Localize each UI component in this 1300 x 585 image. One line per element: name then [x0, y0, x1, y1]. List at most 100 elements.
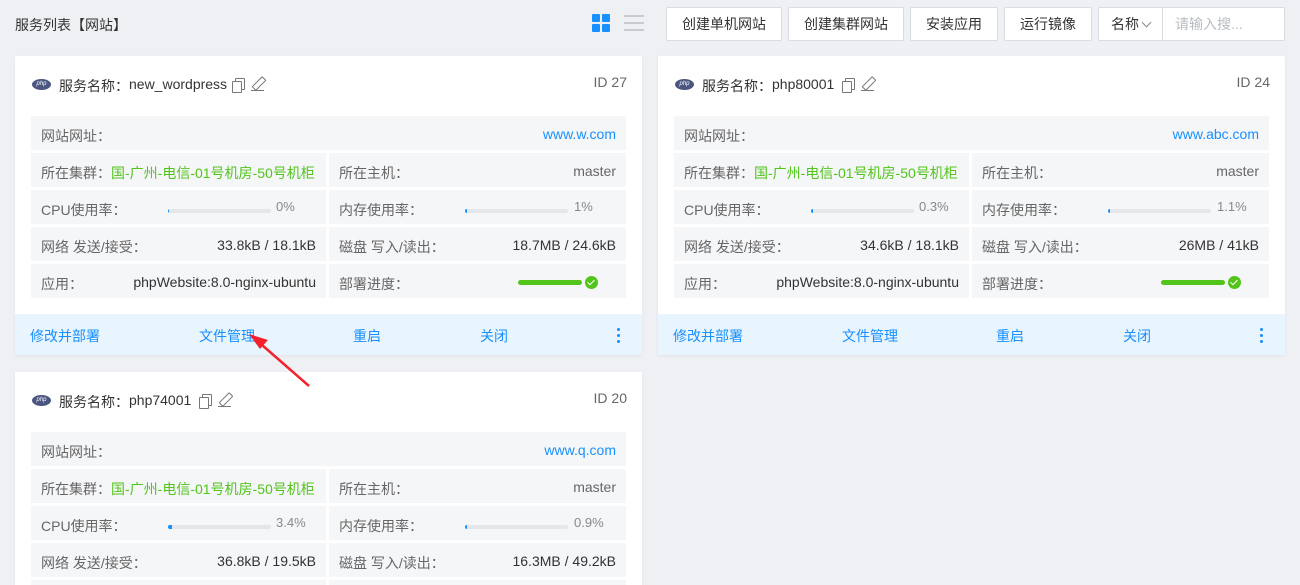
card-actions: 修改并部署 文件管理 重启 关闭 — [658, 314, 1285, 355]
network-label: 网络 发送/接受： — [684, 239, 790, 255]
cpu-value: 0% — [276, 199, 295, 214]
check-circle-icon — [1228, 276, 1241, 289]
more-vertical-icon[interactable] — [617, 328, 620, 343]
edit-icon[interactable] — [218, 393, 232, 407]
url-label: 网站网址： — [684, 128, 754, 144]
url-label: 网站网址： — [41, 444, 111, 460]
cluster-label: 所在集群： — [41, 481, 111, 497]
grid-view-icon[interactable] — [592, 14, 611, 33]
service-name: php74001 — [129, 392, 192, 408]
host-value: master — [1216, 163, 1259, 179]
service-card: php 服务名称： php74001 ID 20 网站网址： www.q.com… — [15, 372, 642, 585]
app-row — [31, 580, 626, 585]
memory-label: 内存使用率： — [339, 518, 423, 534]
search-box: 名称 — [1098, 7, 1285, 41]
php-icon: php — [32, 395, 51, 406]
location-row: 所在集群： 国-广州-电信-01号机房-50号机柜 所在主机： master — [674, 153, 1269, 187]
io-row: 网络 发送/接受： 33.8kB / 18.1kB 磁盘 写入/读出： 18.7… — [31, 227, 626, 261]
memory-value: 1% — [574, 199, 593, 214]
host-value: master — [573, 163, 616, 179]
deploy-label: 部署进度： — [339, 276, 409, 292]
close-button[interactable]: 关闭 — [480, 326, 508, 346]
usage-row: CPU使用率： 0.3% 内存使用率： 1.1% — [674, 190, 1269, 224]
location-row: 所在集群： 国-广州-电信-01号机房-50号机柜 所在主机： master — [31, 153, 626, 187]
cpu-label: CPU使用率： — [684, 202, 770, 218]
network-value: 33.8kB / 18.1kB — [217, 237, 316, 253]
usage-row: CPU使用率： 0% 内存使用率： 1% — [31, 190, 626, 224]
card-actions: 修改并部署 文件管理 重启 关闭 — [15, 314, 642, 355]
app-value: phpWebsite:8.0-nginx-ubuntu — [776, 274, 959, 290]
search-field-select[interactable]: 名称 — [1099, 8, 1163, 40]
search-input[interactable] — [1165, 8, 1283, 40]
copy-icon[interactable] — [842, 78, 855, 93]
website-url-link[interactable]: www.abc.com — [1173, 126, 1259, 142]
website-url-link[interactable]: www.q.com — [544, 442, 616, 458]
close-button[interactable]: 关闭 — [1123, 326, 1151, 346]
chevron-down-icon — [1141, 17, 1152, 27]
top-bar: 服务列表【网站】 创建单机网站 创建集群网站 安装应用 运行镜像 名称 — [0, 0, 1300, 48]
more-vertical-icon[interactable] — [1260, 328, 1263, 343]
restart-button[interactable]: 重启 — [353, 326, 381, 346]
service-name-label: 服务名称： — [702, 78, 772, 94]
search-field-label: 名称 — [1111, 16, 1139, 32]
cpu-label: CPU使用率： — [41, 518, 127, 534]
memory-value: 1.1% — [1217, 199, 1247, 214]
php-icon: php — [675, 79, 694, 90]
install-app-button[interactable]: 安装应用 — [910, 7, 998, 41]
create-single-site-button[interactable]: 创建单机网站 — [666, 7, 782, 41]
host-value: master — [573, 479, 616, 495]
app-label: 应用： — [41, 276, 83, 292]
edit-deploy-button[interactable]: 修改并部署 — [30, 326, 100, 346]
service-name-label: 服务名称： — [59, 394, 129, 410]
service-id: ID 20 — [593, 390, 627, 406]
restart-button[interactable]: 重启 — [996, 326, 1024, 346]
service-id: ID 27 — [593, 74, 627, 90]
cluster-value: 国-广州-电信-01号机房-50号机柜 — [754, 165, 958, 181]
cpu-value: 3.4% — [276, 515, 306, 530]
run-image-button[interactable]: 运行镜像 — [1004, 7, 1092, 41]
disk-value: 18.7MB / 24.6kB — [512, 237, 616, 253]
io-row: 网络 发送/接受： 36.8kB / 19.5kB 磁盘 写入/读出： 16.3… — [31, 543, 626, 577]
list-view-icon[interactable] — [624, 14, 644, 33]
service-id: ID 24 — [1236, 74, 1270, 90]
website-url-link[interactable]: www.w.com — [543, 126, 616, 142]
host-label: 所在主机： — [339, 165, 409, 181]
deploy-progress-bar — [518, 280, 582, 285]
memory-progress-bar — [465, 525, 568, 529]
deploy-progress-bar — [1161, 280, 1225, 285]
disk-label: 磁盘 写入/读出： — [339, 239, 445, 255]
disk-label: 磁盘 写入/读出： — [339, 555, 445, 571]
memory-progress-bar — [465, 209, 568, 213]
memory-label: 内存使用率： — [982, 202, 1066, 218]
edit-icon[interactable] — [861, 77, 875, 91]
io-row: 网络 发送/接受： 34.6kB / 18.1kB 磁盘 写入/读出： 26MB… — [674, 227, 1269, 261]
copy-icon[interactable] — [232, 78, 245, 93]
app-row: 应用： phpWebsite:8.0-nginx-ubuntu 部署进度： — [31, 264, 626, 298]
create-cluster-site-button[interactable]: 创建集群网站 — [788, 7, 904, 41]
location-row: 所在集群： 国-广州-电信-01号机房-50号机柜 所在主机： master — [31, 469, 626, 503]
disk-label: 磁盘 写入/读出： — [982, 239, 1088, 255]
cluster-label: 所在集群： — [684, 165, 754, 181]
card-header: php 服务名称： php80001 ID 24 — [658, 56, 1285, 114]
service-name: php80001 — [772, 76, 835, 92]
cpu-progress-bar — [168, 209, 271, 213]
cpu-value: 0.3% — [919, 199, 949, 214]
cluster-value: 国-广州-电信-01号机房-50号机柜 — [111, 481, 315, 497]
network-label: 网络 发送/接受： — [41, 239, 147, 255]
edit-icon[interactable] — [251, 77, 265, 91]
card-header: php 服务名称： php74001 ID 20 — [15, 372, 642, 430]
network-value: 34.6kB / 18.1kB — [860, 237, 959, 253]
service-name-label: 服务名称： — [59, 78, 129, 94]
cluster-value: 国-广州-电信-01号机房-50号机柜 — [111, 165, 315, 181]
url-row: 网站网址： www.abc.com — [674, 116, 1269, 150]
disk-value: 26MB / 41kB — [1178, 237, 1259, 253]
cluster-label: 所在集群： — [41, 165, 111, 181]
file-manager-button[interactable]: 文件管理 — [199, 326, 255, 346]
card-header: php 服务名称： new_wordpress ID 27 — [15, 56, 642, 114]
copy-icon[interactable] — [199, 394, 212, 409]
check-circle-icon — [585, 276, 598, 289]
php-icon: php — [32, 79, 51, 90]
edit-deploy-button[interactable]: 修改并部署 — [673, 326, 743, 346]
file-manager-button[interactable]: 文件管理 — [842, 326, 898, 346]
cpu-progress-bar — [168, 525, 271, 529]
